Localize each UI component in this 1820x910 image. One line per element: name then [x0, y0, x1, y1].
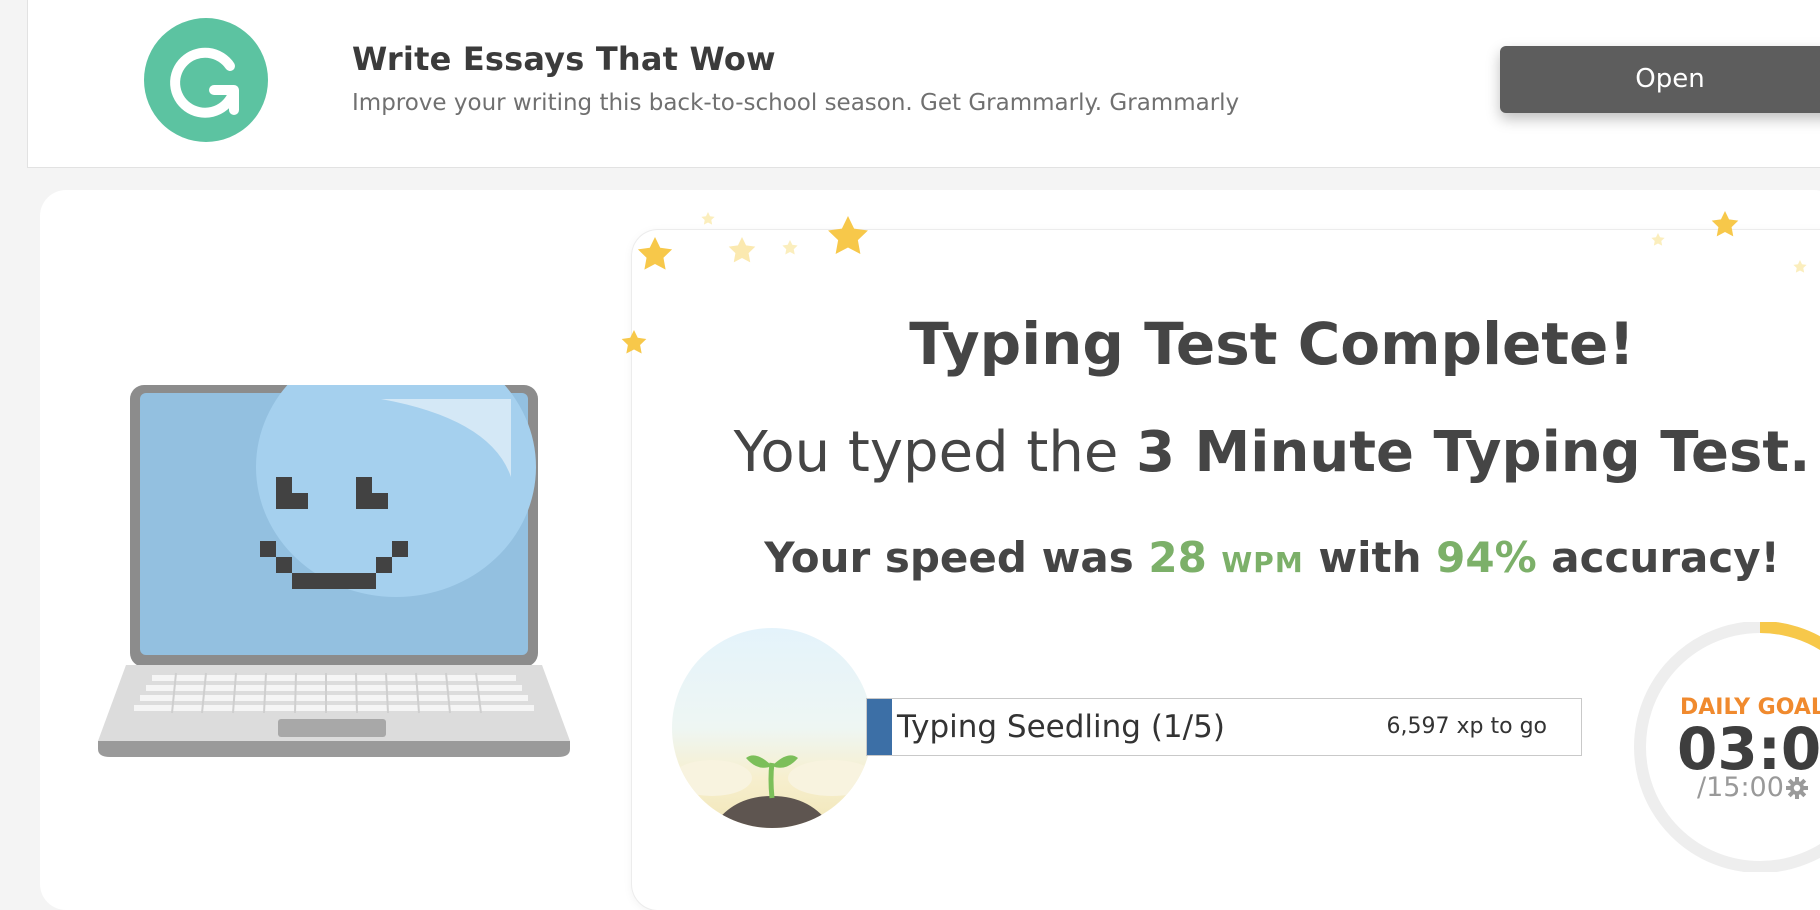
seedling-icon[interactable] — [672, 628, 872, 828]
xp-to-go: 6,597 xp to go — [1386, 714, 1547, 739]
ad-subtitle[interactable]: Improve your writing this back-to-school… — [352, 90, 1239, 116]
speech-bubble-tail — [576, 515, 640, 611]
wpm-unit: WPM — [1221, 546, 1304, 579]
ad-title[interactable]: Write Essays That Wow — [352, 40, 776, 78]
ad-open-button[interactable]: Open — [1500, 46, 1820, 113]
level-name: Typing Seedling (1/5) — [897, 709, 1225, 745]
with-text: with — [1303, 533, 1437, 582]
result-heading: Typing Test Complete! — [909, 310, 1635, 378]
accuracy-value: 94% — [1436, 533, 1537, 582]
accuracy-suffix: accuracy! — [1536, 533, 1780, 582]
speed-line: Your speed was 28 WPM with 94% accuracy! — [632, 533, 1820, 582]
test-name: 3 Minute Typing Test. — [1136, 420, 1811, 485]
typed-prefix: You typed the — [733, 420, 1137, 485]
speed-prefix: Your speed was — [764, 533, 1149, 582]
gear-icon[interactable] — [1786, 777, 1808, 799]
grammarly-logo-icon[interactable] — [144, 18, 268, 142]
wpm-value: 28 — [1148, 533, 1207, 582]
xp-progress-fill — [867, 699, 892, 755]
smiling-laptop-icon — [98, 385, 570, 757]
test-name-line: You typed the 3 Minute Typing Test. — [632, 420, 1820, 485]
xp-progress-bar[interactable]: Typing Seedling (1/5) 6,597 xp to go — [866, 698, 1582, 756]
daily-goal-total: /15:00 — [1697, 772, 1784, 803]
